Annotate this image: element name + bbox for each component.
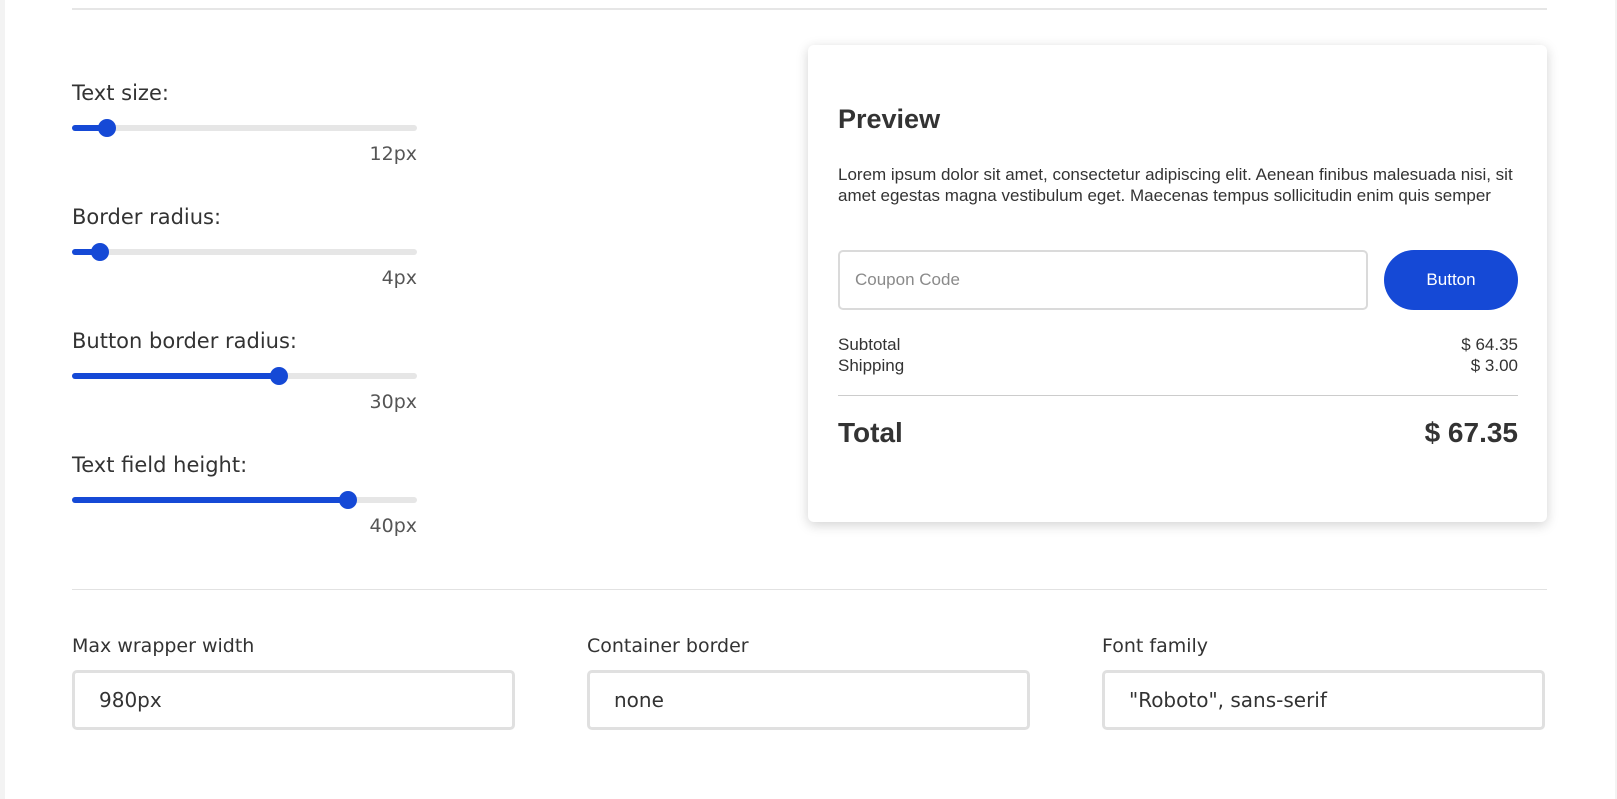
preview-button[interactable]: Button [1384, 250, 1518, 310]
font-family-input[interactable] [1102, 670, 1545, 730]
button-border-radius-slider-thumb[interactable] [270, 367, 288, 385]
preview-divider [838, 395, 1518, 396]
shipping-value: $ 3.00 [1470, 356, 1518, 375]
text-field-height-value: 40px [369, 515, 417, 537]
border-radius-value: 4px [381, 267, 417, 289]
border-radius-slider[interactable] [72, 243, 417, 261]
preview-body-text: Lorem ipsum dolor sit amet, consectetur … [838, 165, 1513, 205]
shipping-label: Shipping [838, 356, 905, 375]
max-wrapper-width-label: Max wrapper width [72, 635, 255, 657]
text-size-slider-thumb[interactable] [97, 119, 116, 137]
container-border-label: Container border [587, 635, 749, 657]
subtotal-row: Subtotal $ 64.35 [838, 334, 1518, 355]
settings-page: Text size: 12px Border radius: 4px Butto… [5, 0, 1615, 799]
button-border-radius-slider[interactable] [72, 367, 417, 385]
text-field-height-slider-thumb[interactable] [339, 491, 357, 509]
border-radius-label: Border radius: [72, 205, 222, 229]
container-border-input[interactable] [587, 670, 1030, 730]
subtotal-value: $ 64.35 [1461, 335, 1518, 354]
border-radius-slider-thumb[interactable] [90, 243, 109, 261]
preview-title: Preview [838, 104, 941, 134]
text-field-height-label: Text field height: [72, 453, 248, 477]
shipping-row: Shipping $ 3.00 [838, 355, 1518, 376]
text-size-control: Text size: 12px [72, 83, 417, 164]
button-border-radius-value: 30px [369, 391, 417, 413]
max-wrapper-width-input[interactable] [72, 670, 515, 730]
font-family-label: Font family [1102, 635, 1209, 657]
container-border-field: Container border [587, 637, 1030, 730]
subtotal-label: Subtotal [838, 335, 901, 354]
total-label: Total [838, 417, 903, 448]
total-value: $ 67.35 [1424, 417, 1518, 448]
total-row: Total $ 67.35 [838, 417, 1518, 449]
text-field-height-control: Text field height: 40px [72, 455, 417, 536]
text-size-label: Text size: [72, 81, 169, 105]
preview-card: Preview Lorem ipsum dolor sit amet, cons… [808, 45, 1547, 522]
max-wrapper-width-field: Max wrapper width [72, 637, 515, 730]
text-size-value: 12px [369, 143, 417, 165]
top-divider [72, 8, 1547, 10]
border-radius-control: Border radius: 4px [72, 207, 417, 288]
text-field-height-slider[interactable] [72, 491, 417, 509]
text-size-slider[interactable] [72, 119, 417, 137]
coupon-code-input[interactable] [838, 250, 1368, 310]
section-divider [72, 589, 1547, 590]
button-border-radius-label: Button border radius: [72, 329, 298, 353]
button-border-radius-slider-fill [72, 373, 279, 379]
text-field-height-slider-fill [72, 497, 348, 503]
button-border-radius-control: Button border radius: 30px [72, 331, 417, 412]
font-family-field: Font family [1102, 637, 1545, 730]
